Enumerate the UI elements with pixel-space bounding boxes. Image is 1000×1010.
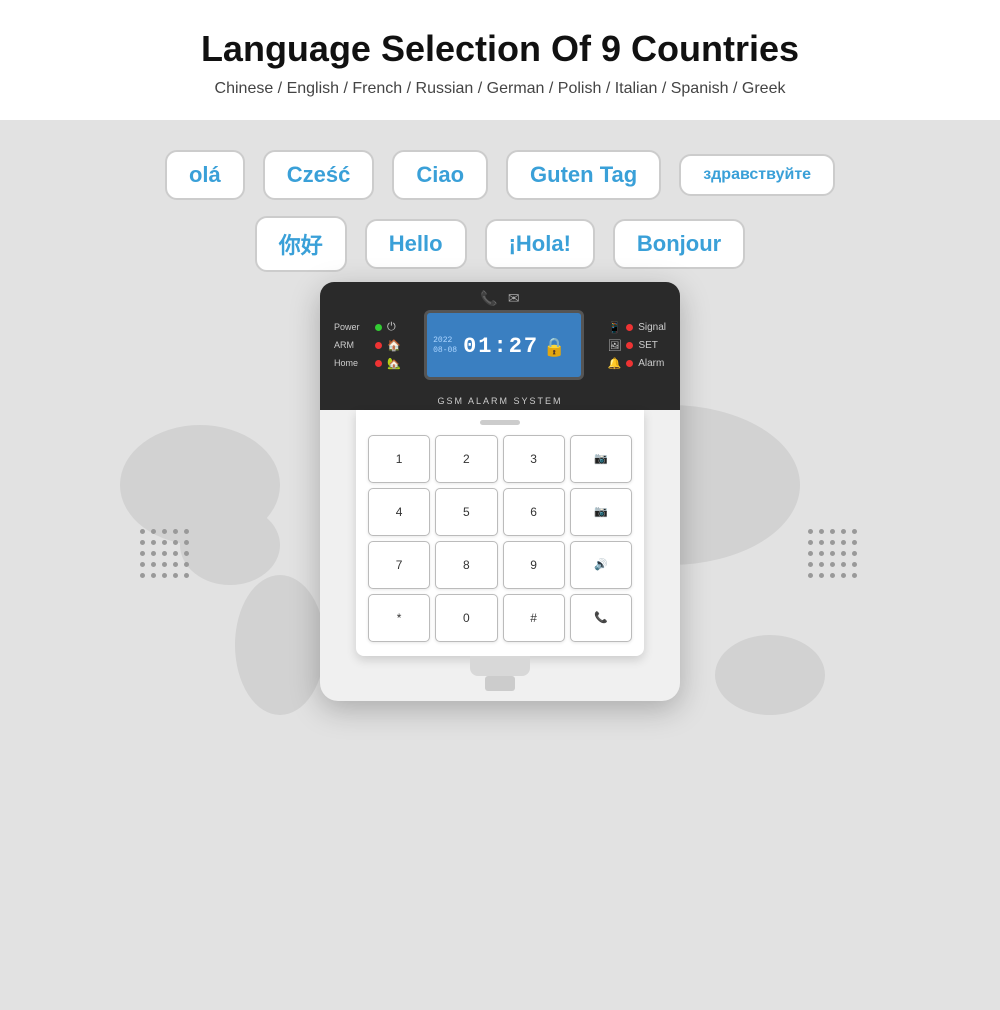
greetings-container: olá Cześć Ciao Guten Tag здравствуйте 你好… bbox=[0, 120, 1000, 272]
key-1[interactable]: 1 bbox=[368, 435, 430, 483]
greeting-hello: Hello bbox=[365, 219, 467, 269]
power-icon: ⏻ bbox=[387, 321, 396, 334]
key-speaker[interactable]: 🔊 bbox=[570, 541, 632, 589]
key-hash[interactable]: # bbox=[503, 594, 565, 642]
signal-dot bbox=[626, 324, 633, 331]
greeting-ola: olá bbox=[165, 150, 245, 200]
set-label: SET bbox=[638, 340, 657, 351]
page-title: Language Selection Of 9 Countries bbox=[20, 28, 980, 70]
right-indicators: 📱 Signal 🖼 SET 🔔 Alarm bbox=[607, 321, 666, 370]
home-dot bbox=[375, 360, 382, 367]
key-2[interactable]: 2 bbox=[435, 435, 497, 483]
key-9[interactable]: 9 bbox=[503, 541, 565, 589]
greeting-czesc: Cześć bbox=[263, 150, 375, 200]
greetings-row-2: 你好 Hello ¡Hola! Bonjour bbox=[255, 216, 745, 272]
lcd-lock-icon: 🔒 bbox=[543, 336, 565, 358]
gsm-alarm-device: 📞 ✉ Power ⏻ ARM 🏠 bbox=[320, 282, 680, 701]
key-8[interactable]: 8 bbox=[435, 541, 497, 589]
keypad-grid: 1 2 3 📷 4 5 6 📷 7 8 9 🔊 * 0 # 📞 bbox=[368, 435, 632, 642]
lcd-date: 08-08 bbox=[433, 346, 457, 356]
top-section: Language Selection Of 9 Countries Chines… bbox=[0, 0, 1000, 120]
key-phone[interactable]: 📞 bbox=[570, 594, 632, 642]
keypad-section: 1 2 3 📷 4 5 6 📷 7 8 9 🔊 * 0 # 📞 bbox=[356, 410, 644, 656]
bottom-section: olá Cześć Ciao Guten Tag здравствуйте 你好… bbox=[0, 120, 1000, 1010]
arm-icon: 🏠 bbox=[387, 339, 401, 352]
signal-label: Signal bbox=[638, 322, 666, 333]
set-icon: 🖼 bbox=[607, 339, 621, 352]
greeting-guten-tag: Guten Tag bbox=[506, 150, 661, 200]
left-indicators: Power ⏻ ARM 🏠 Home 🏡 bbox=[334, 321, 401, 370]
greeting-hola: ¡Hola! bbox=[485, 219, 595, 269]
greeting-zdravstvuyte: здравствуйте bbox=[679, 154, 835, 196]
lcd-time: 01:27 bbox=[463, 336, 539, 358]
alarm-bell-icon: 🔔 bbox=[607, 357, 621, 370]
device-wrapper: 📞 ✉ Power ⏻ ARM 🏠 bbox=[0, 282, 1000, 701]
lcd-screen: 2022 08-08 01:27 🔒 bbox=[424, 310, 584, 380]
envelope-icon: ✉ bbox=[508, 290, 520, 307]
power-label: Power bbox=[334, 322, 370, 332]
home-icon: 🏡 bbox=[387, 357, 401, 370]
key-cam2[interactable]: 📷 bbox=[570, 488, 632, 536]
device-label: GSM ALARM SYSTEM bbox=[320, 392, 680, 410]
greeting-nihao: 你好 bbox=[255, 216, 347, 272]
key-star[interactable]: * bbox=[368, 594, 430, 642]
keypad-mic bbox=[480, 420, 520, 425]
phone-icon: 📞 bbox=[480, 290, 497, 307]
key-6[interactable]: 6 bbox=[503, 488, 565, 536]
alarm-label: Alarm bbox=[638, 358, 664, 369]
key-0[interactable]: 0 bbox=[435, 594, 497, 642]
right-speaker bbox=[808, 529, 860, 581]
set-dot bbox=[626, 342, 633, 349]
lcd-year: 2022 bbox=[433, 336, 457, 346]
set-indicator: 🖼 SET bbox=[607, 339, 666, 352]
arm-label: ARM bbox=[334, 340, 370, 350]
key-4[interactable]: 4 bbox=[368, 488, 430, 536]
power-indicator: Power ⏻ bbox=[334, 321, 401, 334]
device-top-panel: 📞 ✉ Power ⏻ ARM 🏠 bbox=[320, 282, 680, 392]
key-5[interactable]: 5 bbox=[435, 488, 497, 536]
device-stand bbox=[470, 656, 530, 676]
greeting-ciao: Ciao bbox=[392, 150, 488, 200]
signal-device-icon: 📱 bbox=[607, 321, 621, 334]
key-cam1[interactable]: 📷 bbox=[570, 435, 632, 483]
signal-indicator: 📱 Signal bbox=[607, 321, 666, 334]
home-indicator: Home 🏡 bbox=[334, 357, 401, 370]
arm-dot bbox=[375, 342, 382, 349]
power-dot bbox=[375, 324, 382, 331]
key-3[interactable]: 3 bbox=[503, 435, 565, 483]
home-label: Home bbox=[334, 358, 370, 368]
subtitle: Chinese / English / French / Russian / G… bbox=[20, 80, 980, 98]
greeting-bonjour: Bonjour bbox=[613, 219, 745, 269]
device-stand-foot bbox=[485, 676, 515, 691]
alarm-dot bbox=[626, 360, 633, 367]
arm-indicator: ARM 🏠 bbox=[334, 339, 401, 352]
greetings-row-1: olá Cześć Ciao Guten Tag здравствуйте bbox=[165, 150, 835, 200]
left-speaker bbox=[140, 529, 192, 581]
key-7[interactable]: 7 bbox=[368, 541, 430, 589]
alarm-indicator: 🔔 Alarm bbox=[607, 357, 666, 370]
